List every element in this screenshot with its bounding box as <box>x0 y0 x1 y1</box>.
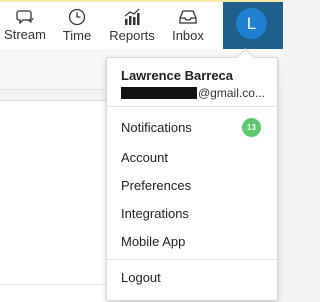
menu-item-integrations[interactable]: Integrations <box>107 201 277 225</box>
reports-icon <box>124 8 140 25</box>
menu-item-integrations-label: Integrations <box>121 205 189 221</box>
nav-time[interactable]: Time <box>58 2 96 49</box>
menu-item-mobile-app-label: Mobile App <box>121 233 186 249</box>
nav-reports[interactable]: Reports <box>108 2 156 49</box>
nav-reports-label: Reports <box>109 28 155 43</box>
avatar[interactable]: L <box>236 8 267 39</box>
panel-divider <box>0 284 110 285</box>
menu-item-notifications-label: Notifications <box>121 119 192 135</box>
menu-item-mobile-app[interactable]: Mobile App <box>107 229 277 253</box>
logout-label: Logout <box>121 269 161 285</box>
menu-item-preferences[interactable]: Preferences <box>107 173 277 197</box>
user-dropdown-menu: Lawrence Barreca @gmail.co... Notificati… <box>106 57 278 301</box>
nav-stream[interactable]: Stream <box>2 2 48 49</box>
user-email: @gmail.co... <box>121 86 265 100</box>
clock-icon <box>68 8 86 26</box>
user-email-domain: @gmail.co... <box>198 86 265 100</box>
menu-item-account-label: Account <box>121 149 168 165</box>
stream-icon <box>16 10 34 25</box>
menu-item-notifications[interactable]: Notifications 13 <box>107 115 277 139</box>
content-panel <box>0 100 120 302</box>
menu-item-preferences-label: Preferences <box>121 177 192 193</box>
email-redaction <box>121 87 197 99</box>
menu-divider <box>107 259 277 260</box>
nav-inbox[interactable]: Inbox <box>168 2 208 49</box>
inbox-icon <box>179 10 197 24</box>
user-name: Lawrence Barreca <box>121 68 234 83</box>
user-menu-toggle[interactable]: L <box>223 2 283 49</box>
notification-count-badge: 13 <box>242 118 261 137</box>
menu-item-account[interactable]: Account <box>107 145 277 169</box>
nav-inbox-label: Inbox <box>172 28 204 43</box>
nav-stream-label: Stream <box>4 27 46 42</box>
menu-divider <box>107 106 277 107</box>
logout-button[interactable]: Logout <box>107 265 277 289</box>
nav-time-label: Time <box>62 28 92 43</box>
top-navbar: Stream Time Reports Inbox L <box>0 0 283 49</box>
